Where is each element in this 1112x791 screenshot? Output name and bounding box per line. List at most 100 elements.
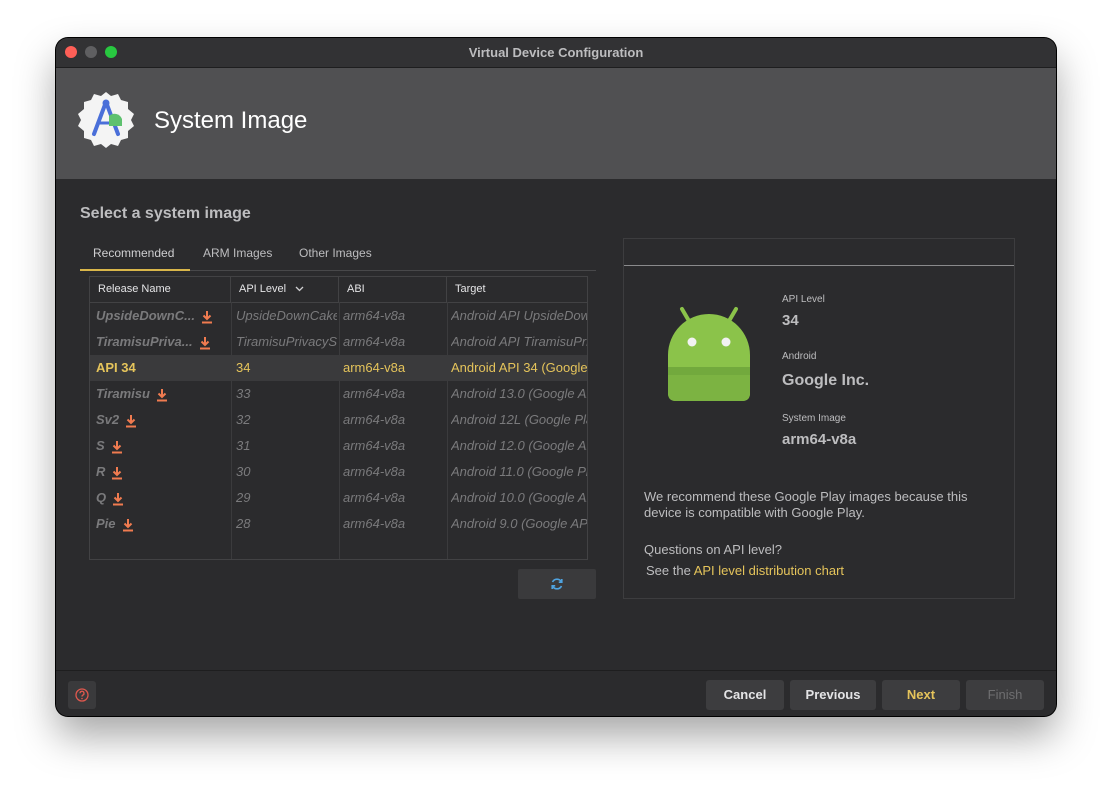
release-name: API 34: [96, 360, 136, 375]
panel-header: [624, 239, 1014, 266]
release-name-cell: Pie: [96, 511, 231, 537]
table-row[interactable]: R 30 arm64-v8a Android 11.0 (Google Play): [90, 459, 587, 485]
android-studio-logo-icon: [78, 92, 134, 148]
download-icon[interactable]: [122, 518, 134, 532]
see-distribution-text: See the API level distribution chart: [646, 563, 844, 578]
api-level-cell: TiramisuPrivacySandbox: [236, 334, 337, 349]
api-level-cell: 30: [236, 464, 251, 479]
abi-cell: arm64-v8a: [343, 360, 406, 375]
api-level-label: API Level: [782, 294, 825, 305]
release-name-cell: Q: [96, 485, 231, 511]
table-row[interactable]: Sv2 32 arm64-v8a Android 12L (Google Play): [90, 407, 587, 433]
column-header-api-level-label: API Level: [239, 283, 287, 295]
column-header-api-level[interactable]: API Level: [231, 277, 339, 302]
system-image-value: arm64-v8a: [782, 431, 857, 448]
table-row[interactable]: S 31 arm64-v8a Android 12.0 (Google APIs): [90, 433, 587, 459]
release-name: TiramisuPriva...: [96, 334, 193, 349]
release-name-cell: API 34: [96, 355, 231, 381]
table-row[interactable]: UpsideDownC... UpsideDownCake arm64-v8a And…: [90, 303, 587, 329]
api-level-cell: 29: [236, 490, 251, 505]
api-level-cell: 33: [236, 386, 251, 401]
refresh-button[interactable]: [518, 569, 596, 599]
dialog-window: Virtual Device Configuration System Imag…: [56, 38, 1056, 716]
target-cell: Android API UpsideDownCake: [451, 308, 587, 323]
help-icon: [75, 688, 89, 702]
target-cell: Android API 34 (Google Play): [451, 360, 587, 375]
window-title: Virtual Device Configuration: [468, 45, 644, 60]
help-button[interactable]: [68, 681, 96, 709]
target-cell: Android 11.0 (Google Play): [451, 464, 587, 479]
api-level-cell: 32: [236, 412, 251, 427]
see-prefix: See the: [646, 563, 694, 578]
column-header-release-name[interactable]: Release Name: [90, 277, 231, 302]
vendor-label: Android: [782, 351, 817, 362]
release-name: Pie: [96, 516, 116, 531]
tab-other-images[interactable]: Other Images: [286, 238, 385, 269]
api-level-value: 34: [782, 312, 799, 329]
tab-recommended[interactable]: Recommended: [80, 238, 190, 271]
image-tabs: Recommended ARM Images Other Images: [80, 238, 596, 271]
table-row[interactable]: Q 29 arm64-v8a Android 10.0 (Google APIs): [90, 485, 587, 511]
recommendation-text: We recommend these Google Play images be…: [644, 489, 968, 520]
title-bar: Virtual Device Configuration: [56, 38, 1056, 68]
android-robot-icon: [668, 307, 750, 401]
table-row[interactable]: TiramisuPriva... TiramisuPrivacySandbox ar…: [90, 329, 587, 355]
target-cell: Android 9.0 (Google APIs): [451, 516, 587, 531]
image-details-panel: API Level 34 Android Google Inc. System …: [623, 238, 1015, 599]
download-icon[interactable]: [111, 466, 123, 480]
download-icon[interactable]: [201, 310, 213, 324]
next-button[interactable]: Next: [882, 680, 960, 710]
column-header-abi[interactable]: ABI: [339, 277, 447, 302]
table-row[interactable]: Pie 28 arm64-v8a Android 9.0 (Google APIs): [90, 511, 587, 537]
abi-cell: arm64-v8a: [343, 490, 406, 505]
refresh-icon: [551, 578, 563, 590]
release-name: S: [96, 438, 105, 453]
api-level-cell: 34: [236, 360, 251, 375]
download-icon[interactable]: [112, 492, 124, 506]
release-name: UpsideDownC...: [96, 308, 195, 323]
abi-cell: arm64-v8a: [343, 516, 406, 531]
release-name-cell: Tiramisu: [96, 381, 231, 407]
cancel-button[interactable]: Cancel: [706, 680, 784, 710]
release-name-cell: S: [96, 433, 231, 459]
abi-cell: arm64-v8a: [343, 334, 406, 349]
release-name: R: [96, 464, 106, 479]
table-row[interactable]: API 34 34 arm64-v8a Android API 34 (Google …: [90, 355, 587, 381]
previous-button[interactable]: Previous: [790, 680, 876, 710]
release-name-cell: UpsideDownC...: [96, 303, 231, 329]
api-level-question: Questions on API level?: [644, 542, 783, 557]
download-icon[interactable]: [125, 414, 137, 428]
download-icon[interactable]: [111, 440, 123, 454]
api-level-cell: 31: [236, 438, 251, 453]
header-banner: System Image: [56, 68, 1056, 179]
column-header-target[interactable]: Target: [447, 277, 587, 302]
page-title: System Image: [154, 107, 308, 134]
api-level-cell: 28: [236, 516, 251, 531]
abi-cell: arm64-v8a: [343, 438, 406, 453]
release-name-cell: R: [96, 459, 231, 485]
tab-arm-images[interactable]: ARM Images: [190, 238, 285, 269]
table-row[interactable]: Tiramisu 33 arm64-v8a Android 13.0 (Google …: [90, 381, 587, 407]
download-icon[interactable]: [199, 336, 211, 350]
abi-cell: arm64-v8a: [343, 412, 406, 427]
download-icon[interactable]: [156, 388, 168, 402]
system-image-table: Release Name API Level ABI Target Upside…: [89, 276, 588, 560]
dialog-footer: Cancel Previous Next Finish: [56, 670, 1056, 716]
api-level-cell: UpsideDownCake: [236, 308, 337, 323]
finish-button: Finish: [966, 680, 1044, 710]
release-name: Q: [96, 490, 107, 505]
api-level-distribution-link[interactable]: API level distribution chart: [694, 563, 844, 578]
abi-cell: arm64-v8a: [343, 386, 406, 401]
release-name: Sv2: [96, 412, 120, 427]
table-header: Release Name API Level ABI Target: [90, 277, 587, 303]
chevron-down-icon: [295, 286, 304, 292]
release-name: Tiramisu: [96, 386, 150, 401]
target-cell: Android 13.0 (Google APIs): [451, 386, 587, 401]
abi-cell: arm64-v8a: [343, 464, 406, 479]
section-title: Select a system image: [80, 205, 251, 222]
target-cell: Android 12.0 (Google APIs): [451, 438, 587, 453]
vendor-value: Google Inc.: [782, 372, 870, 389]
release-name-cell: TiramisuPriva...: [96, 329, 231, 355]
target-cell: Android 12L (Google Play): [451, 412, 587, 427]
system-image-label: System Image: [782, 413, 846, 424]
